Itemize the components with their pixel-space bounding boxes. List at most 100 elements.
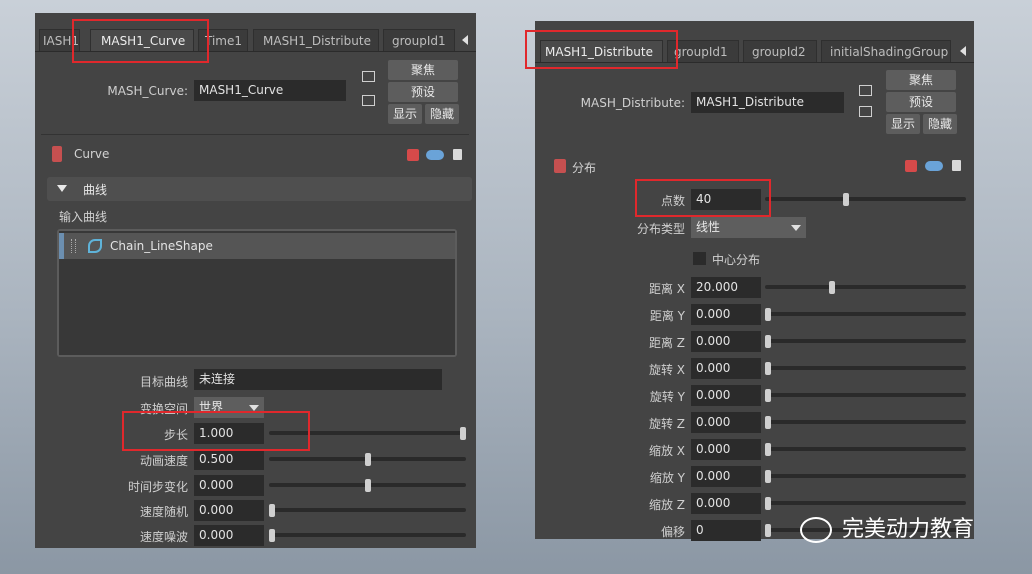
attribute-editor-right: MASH1_Distribute groupId1 groupId2 initi… [525, 21, 974, 541]
input-curves-list: Chain_LineShape [59, 231, 455, 355]
select-input-icon[interactable] [859, 85, 872, 96]
scale-z-slider-handle[interactable] [765, 497, 771, 510]
input-curves-label: 输入曲线 [59, 210, 108, 224]
focus-button[interactable]: 聚焦 [886, 70, 956, 90]
anim-speed-slider-handle[interactable] [364, 453, 371, 466]
highlight-box [72, 19, 209, 63]
speed-noise-field[interactable]: 0.000 [194, 525, 264, 546]
distribute-node-icon [554, 159, 566, 173]
scale-y-field[interactable]: 0.000 [691, 466, 761, 487]
scale-y-label: 缩放 Y [649, 471, 685, 485]
dist-y-label: 距离 Y [649, 309, 685, 323]
dist-type-label: 分布类型 [636, 222, 685, 236]
highlight-box [635, 179, 771, 217]
rot-y-slider-handle[interactable] [765, 389, 771, 402]
dist-z-field[interactable]: 0.000 [691, 331, 761, 352]
center-dist-checkbox[interactable] [693, 252, 706, 265]
rot-z-field[interactable]: 0.000 [691, 412, 761, 433]
collapse-arrow-icon [57, 185, 67, 192]
highlight-box [122, 411, 310, 451]
show-button[interactable]: 显示 [388, 104, 422, 124]
tab-scroll-left-icon[interactable] [960, 46, 966, 56]
curve-section-header[interactable]: 曲线 [47, 177, 472, 201]
preset-button[interactable]: 预设 [388, 82, 458, 102]
dist-z-slider-track[interactable] [765, 339, 966, 343]
rot-y-field[interactable]: 0.000 [691, 385, 761, 406]
scale-z-slider-track[interactable] [765, 501, 966, 505]
delete-trash-icon[interactable] [952, 160, 961, 171]
point-count-slider-handle[interactable] [843, 193, 849, 206]
select-output-icon[interactable] [362, 95, 375, 106]
enable-toggle-icon[interactable] [426, 150, 444, 160]
speed-noise-slider-track[interactable] [269, 533, 466, 537]
rot-z-slider-handle[interactable] [765, 416, 771, 429]
dist-x-slider-track[interactable] [765, 285, 966, 289]
watermark: 完美动力教育 [800, 511, 974, 543]
node-name-field[interactable]: MASH1_Curve [194, 80, 346, 101]
scale-x-slider-track[interactable] [765, 447, 966, 451]
delete-trash-icon[interactable] [453, 149, 462, 160]
scale-x-slider-handle[interactable] [765, 443, 771, 456]
dist-y-slider-track[interactable] [765, 312, 966, 316]
speed-noise-label: 速度噪波 [139, 530, 188, 544]
node-name-field[interactable]: MASH1_Distribute [691, 92, 844, 113]
speed-random-slider-handle[interactable] [269, 504, 275, 517]
speed-random-slider-track[interactable] [269, 508, 466, 512]
mash-curve-icon [52, 146, 62, 162]
wechat-icon [800, 517, 832, 543]
hide-button[interactable]: 隐藏 [923, 114, 957, 134]
step-slider-handle[interactable] [460, 427, 466, 440]
scale-z-field[interactable]: 0.000 [691, 493, 761, 514]
focus-button[interactable]: 聚焦 [388, 60, 458, 80]
tab-groupid2[interactable]: groupId2 [743, 40, 817, 62]
hide-button[interactable]: 隐藏 [425, 104, 459, 124]
anim-speed-label: 动画速度 [139, 454, 188, 468]
target-curve-field[interactable]: 未连接 [194, 369, 442, 390]
node-color-icon[interactable] [407, 149, 419, 161]
list-item[interactable]: Chain_LineShape [59, 233, 455, 259]
curve-shape-icon [88, 239, 102, 253]
dist-x-field[interactable]: 20.000 [691, 277, 761, 298]
center-dist-label: 中心分布 [712, 253, 761, 267]
dist-type-dropdown[interactable]: 线性 [691, 217, 806, 238]
rot-x-label: 旋转 X [648, 363, 685, 377]
dist-y-slider-handle[interactable] [765, 308, 771, 321]
time-step-field[interactable]: 0.000 [194, 475, 264, 496]
enable-toggle-icon[interactable] [925, 161, 943, 171]
tab-scroll-left-icon[interactable] [462, 35, 468, 45]
point-count-slider-track[interactable] [765, 197, 966, 201]
dist-type-value: 线性 [696, 220, 721, 234]
selection-marker [59, 233, 64, 259]
rot-x-field[interactable]: 0.000 [691, 358, 761, 379]
rot-z-slider-track[interactable] [765, 420, 966, 424]
dist-z-slider-handle[interactable] [765, 335, 771, 348]
tab-mash1-distribute[interactable]: MASH1_Distribute [253, 29, 379, 51]
show-button[interactable]: 显示 [886, 114, 920, 134]
rot-x-slider-track[interactable] [765, 366, 966, 370]
dist-x-slider-handle[interactable] [829, 281, 836, 294]
preset-button[interactable]: 预设 [886, 92, 956, 112]
dist-y-field[interactable]: 0.000 [691, 304, 761, 325]
speed-noise-slider-handle[interactable] [269, 529, 275, 542]
rot-x-slider-handle[interactable] [765, 362, 771, 375]
attribute-editor-left: IASH1 MASH1_Curve Time1 MASH1_Distribute… [35, 13, 476, 548]
time-step-slider-handle[interactable] [364, 479, 371, 492]
rot-z-label: 旋转 Z [648, 417, 685, 431]
anim-speed-field[interactable]: 0.500 [194, 449, 264, 470]
select-input-icon[interactable] [362, 71, 375, 82]
offset-slider-handle[interactable] [765, 524, 771, 537]
tab-groupid1[interactable]: groupId1 [383, 29, 455, 51]
speed-random-field[interactable]: 0.000 [194, 500, 264, 521]
scale-y-slider-track[interactable] [765, 474, 966, 478]
chevron-down-icon [791, 225, 801, 231]
rot-y-slider-track[interactable] [765, 393, 966, 397]
curve-item-label: Chain_LineShape [110, 239, 213, 253]
offset-field[interactable]: 0 [691, 520, 761, 541]
select-output-icon[interactable] [859, 106, 872, 117]
scale-y-slider-handle[interactable] [765, 470, 771, 483]
module-title: 分布 [572, 161, 597, 175]
drag-handle-icon[interactable] [71, 239, 76, 253]
scale-x-field[interactable]: 0.000 [691, 439, 761, 460]
node-color-icon[interactable] [905, 160, 917, 172]
tab-initial-shading-group[interactable]: initialShadingGroup [821, 40, 951, 62]
